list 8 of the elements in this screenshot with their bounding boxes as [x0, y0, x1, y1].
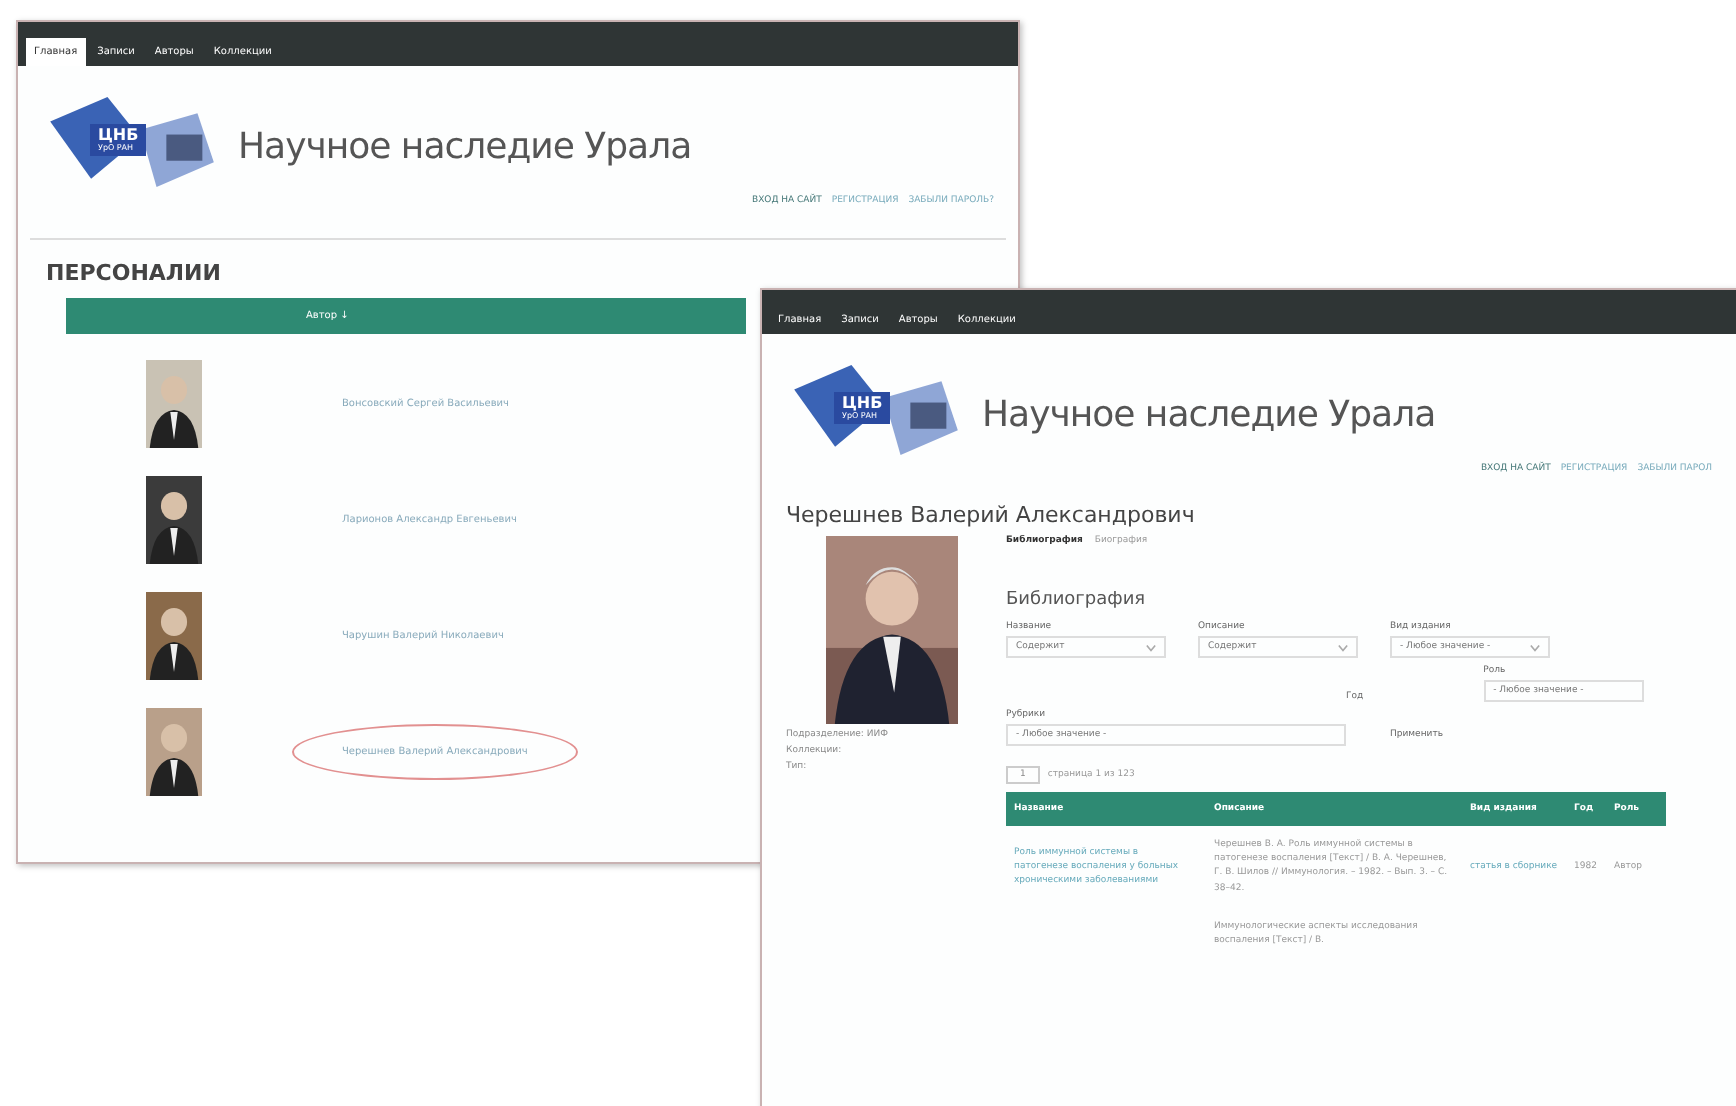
person-name: Черешнев Валерий Александрович	[784, 502, 1197, 528]
site-title: Научное наследие Урала	[982, 393, 1436, 435]
section-title: Библиография	[1006, 590, 1148, 610]
page-heading: ПЕРСОНАЛИИ	[46, 260, 223, 286]
caret-icon	[1530, 643, 1540, 651]
site-title: Научное наследие Урала	[238, 125, 692, 167]
caret-icon	[1146, 643, 1156, 651]
caret-icon	[1338, 643, 1348, 651]
